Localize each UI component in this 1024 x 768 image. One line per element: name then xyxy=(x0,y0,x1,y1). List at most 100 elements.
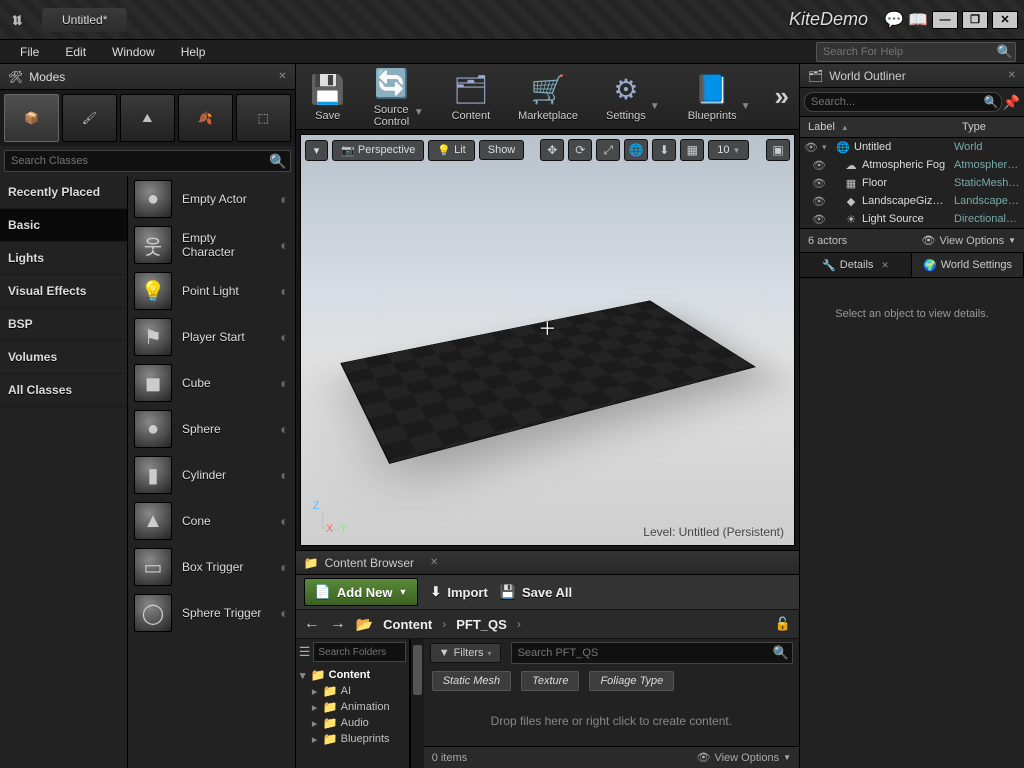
toolbar-content[interactable]: 🗂 Content xyxy=(448,70,495,124)
world-outliner-tab[interactable]: 🗂 World Outliner ✕ xyxy=(800,64,1024,88)
category-item[interactable]: Basic xyxy=(0,209,127,242)
sources-icon[interactable]: ☰ xyxy=(299,644,311,660)
help-search-input[interactable] xyxy=(816,42,1016,62)
visibility-icon[interactable]: 👁 xyxy=(804,141,818,154)
chevron-down-icon[interactable]: ▼ xyxy=(414,107,428,130)
menu-window[interactable]: Window xyxy=(100,42,167,62)
content-browser-tab[interactable]: 📁 Content Browser ✕ xyxy=(296,551,799,575)
pin-icon[interactable]: 📌 xyxy=(1003,94,1020,111)
info-icon[interactable]: ◐ xyxy=(280,513,288,529)
info-icon[interactable]: ◐ xyxy=(280,421,288,437)
actor-item[interactable]: 💡Point Light◐ xyxy=(128,268,295,314)
visibility-icon[interactable]: 👁 xyxy=(812,177,826,190)
actor-item[interactable]: ▲Cone◐ xyxy=(128,498,295,544)
toolbar-overflow[interactable]: » xyxy=(775,81,789,112)
viewport-grid-snap[interactable]: ▦ xyxy=(680,139,704,161)
viewport-transform-select[interactable]: ✥ xyxy=(540,139,564,161)
lock-icon[interactable]: 🔓 xyxy=(775,616,791,632)
actor-item[interactable]: ⚑Player Start◐ xyxy=(128,314,295,360)
docs-icon[interactable]: 📖 xyxy=(908,10,928,30)
actor-item[interactable]: ◼Cube◐ xyxy=(128,360,295,406)
menu-edit[interactable]: Edit xyxy=(53,42,98,62)
add-new-button[interactable]: 📄 Add New ▼ xyxy=(304,578,419,606)
close-icon[interactable]: ✕ xyxy=(881,260,889,271)
folder-icon[interactable]: 📂 xyxy=(356,616,373,633)
viewport-options[interactable]: ▾ xyxy=(305,140,329,161)
viewport-perspective[interactable]: 📷Perspective xyxy=(332,140,424,161)
view-options-button[interactable]: 👁View Options▼ xyxy=(922,234,1017,247)
nav-back[interactable]: ← xyxy=(304,615,320,633)
outliner-row[interactable]: 👁☁Atmospheric FogAtmosphericFog xyxy=(800,156,1024,174)
chevron-down-icon[interactable]: ▼ xyxy=(650,101,664,124)
mode-landscape[interactable]: ⛰ xyxy=(120,94,175,142)
info-icon[interactable]: ◐ xyxy=(280,559,288,575)
close-icon[interactable]: ✕ xyxy=(430,557,438,568)
category-item[interactable]: Recently Placed xyxy=(0,176,127,209)
viewport-lit[interactable]: 💡Lit xyxy=(428,140,474,161)
actor-item[interactable]: ●Sphere◐ xyxy=(128,406,295,452)
window-maximize-button[interactable]: ❐ xyxy=(962,11,988,29)
info-icon[interactable]: ◐ xyxy=(280,283,288,299)
tab-world-settings[interactable]: 🌍World Settings xyxy=(912,253,1024,277)
viewport-show[interactable]: Show xyxy=(479,140,525,160)
filter-chip[interactable]: Texture xyxy=(521,671,579,691)
nav-forward[interactable]: → xyxy=(330,615,346,633)
actor-item[interactable]: 웃Empty Character◐ xyxy=(128,222,295,268)
viewport-transform-rotate[interactable]: ⟳ xyxy=(568,139,592,161)
info-icon[interactable]: ◐ xyxy=(280,375,288,391)
visibility-icon[interactable]: 👁 xyxy=(812,213,826,226)
category-item[interactable]: All Classes xyxy=(0,374,127,407)
viewport-coord-space[interactable]: 🌐 xyxy=(624,139,648,161)
tree-node[interactable]: ▸📁Blueprints xyxy=(298,731,407,747)
column-label[interactable]: Label▲ xyxy=(800,121,954,133)
save-all-button[interactable]: 💾Save All xyxy=(500,584,572,600)
viewport[interactable]: ▾ 📷Perspective 💡Lit Show ✥ ⟳ ⤢ 🌐 ⬇ ▦ 10▼… xyxy=(300,134,795,546)
toolbar-save[interactable]: 💾 Save xyxy=(306,70,350,124)
visibility-icon[interactable]: 👁 xyxy=(812,195,826,208)
category-item[interactable]: Visual Effects xyxy=(0,275,127,308)
folder-search-input[interactable] xyxy=(313,642,405,662)
close-icon[interactable]: ✕ xyxy=(1008,70,1016,81)
menu-file[interactable]: File xyxy=(8,42,51,62)
category-item[interactable]: Lights xyxy=(0,242,127,275)
modes-tab-close[interactable]: ✕ xyxy=(278,71,286,82)
expand-icon[interactable]: ▾ xyxy=(822,142,832,153)
category-item[interactable]: BSP xyxy=(0,308,127,341)
toolbar-marketplace[interactable]: 🛒 Marketplace xyxy=(514,70,582,124)
mode-paint[interactable]: 🖌 xyxy=(62,94,117,142)
toolbar-blueprints[interactable]: 📘 Blueprints xyxy=(684,70,741,124)
info-icon[interactable]: ◐ xyxy=(280,605,288,621)
asset-search-input[interactable] xyxy=(511,642,793,664)
mode-geometry[interactable]: ⬚ xyxy=(236,94,291,142)
mode-foliage[interactable]: 🍂 xyxy=(178,94,233,142)
tree-node[interactable]: ▸📁AI xyxy=(298,683,407,699)
actor-item[interactable]: ◯Sphere Trigger◐ xyxy=(128,590,295,636)
outliner-row[interactable]: 👁▦FloorStaticMeshActor xyxy=(800,174,1024,192)
viewport-surface-snap[interactable]: ⬇ xyxy=(652,139,676,161)
info-icon[interactable]: ◐ xyxy=(280,191,288,207)
window-close-button[interactable]: ✕ xyxy=(992,11,1018,29)
breadcrumb[interactable]: Content xyxy=(383,617,432,632)
tree-node[interactable]: ▸📁Audio xyxy=(298,715,407,731)
window-minimize-button[interactable]: — xyxy=(932,11,958,29)
category-item[interactable]: Volumes xyxy=(0,341,127,374)
viewport-snap-value[interactable]: 10▼ xyxy=(708,140,749,160)
column-type[interactable]: Type xyxy=(954,121,1024,133)
info-icon[interactable]: ◐ xyxy=(280,329,288,345)
info-icon[interactable]: ◐ xyxy=(280,467,288,483)
level-tab[interactable]: Untitled* xyxy=(42,8,127,32)
tree-node[interactable]: ▸📁Animation xyxy=(298,699,407,715)
actor-item[interactable]: ▮Cylinder◐ xyxy=(128,452,295,498)
toolbar-settings[interactable]: ⚙ Settings xyxy=(602,70,650,124)
view-options-button[interactable]: 👁View Options▼ xyxy=(697,751,792,764)
outliner-row[interactable]: 👁◆LandscapeGizmoActiveActorLandscapeGizm… xyxy=(800,192,1024,210)
filter-chip[interactable]: Foliage Type xyxy=(589,671,674,691)
breadcrumb[interactable]: PFT_QS xyxy=(456,617,507,632)
mode-place[interactable]: 📦 xyxy=(4,94,59,142)
tree-scrollbar[interactable] xyxy=(410,639,424,768)
tree-node[interactable]: ▾📁Content xyxy=(298,667,407,683)
chevron-down-icon[interactable]: ▼ xyxy=(741,101,755,124)
actor-item[interactable]: ●Empty Actor◐ xyxy=(128,176,295,222)
tab-details[interactable]: 🔧Details✕ xyxy=(800,253,912,277)
filters-button[interactable]: ▼Filters▾ xyxy=(430,643,501,663)
